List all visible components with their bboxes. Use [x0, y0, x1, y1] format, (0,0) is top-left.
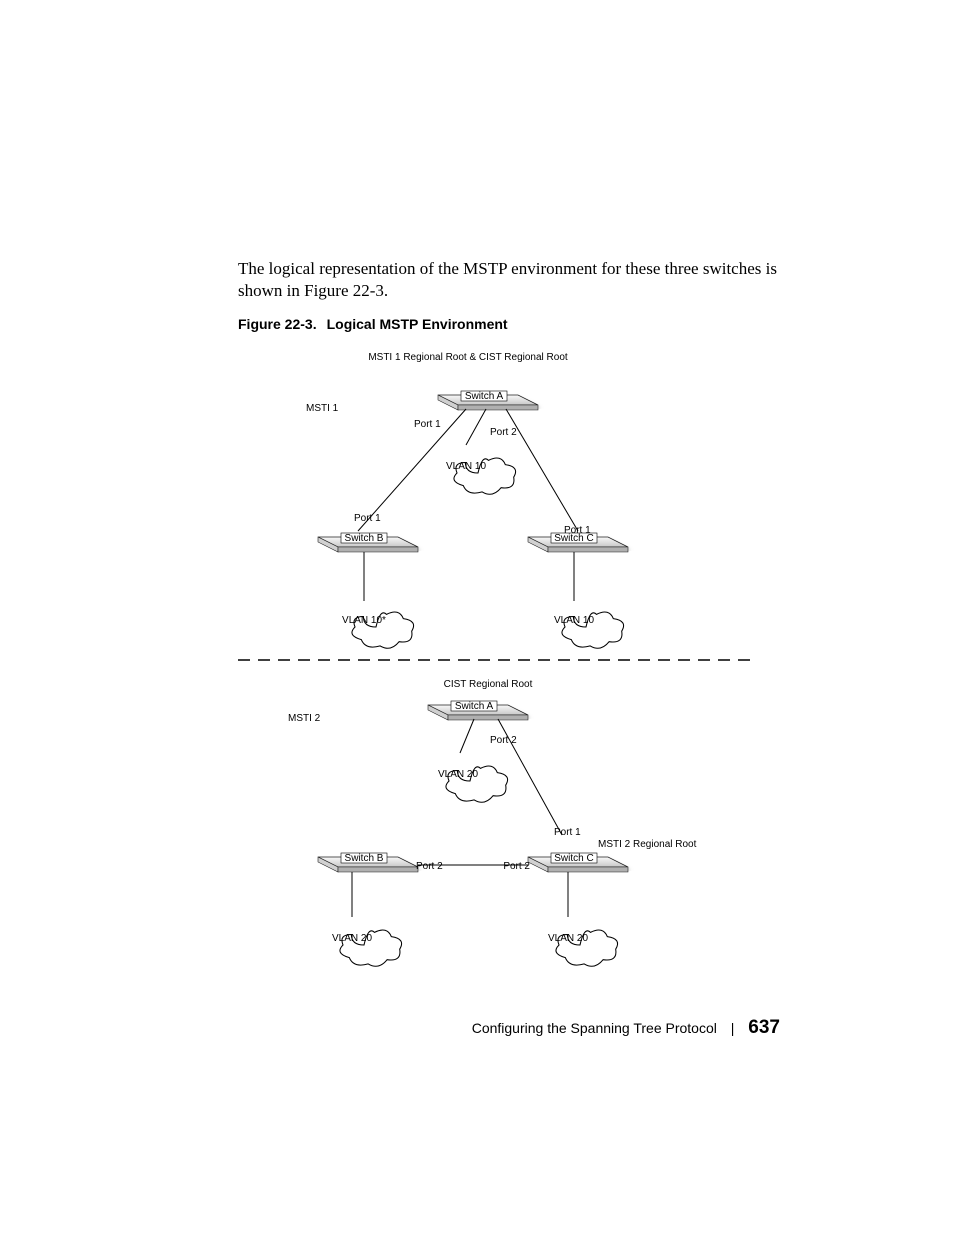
vlan10-cloud-a: VLAN 10: [446, 458, 516, 494]
figure-title: Logical MSTP Environment: [327, 316, 508, 332]
switch-b-label-2: Switch B: [345, 853, 384, 864]
switch-a-msti1: Switch A: [438, 391, 538, 410]
page-number: 637: [748, 1017, 780, 1038]
figure-diagram: MSTI 1 Regional Root & CIST Regional Roo…: [238, 345, 758, 985]
port1-a-left: Port 1: [414, 419, 441, 430]
vlan10star-label: VLAN 10*: [342, 615, 386, 626]
figure-caption: Figure 22-3. Logical MSTP Environment: [238, 316, 508, 332]
vlan20-cloud-b: VLAN 20: [332, 930, 402, 966]
footer-separator: |: [731, 1020, 735, 1036]
vlan20-a-label: VLAN 20: [438, 769, 478, 780]
port1-c-msti2: Port 1: [554, 827, 581, 838]
port2-c-msti2: Port 2: [503, 861, 530, 872]
vlan10-cloud-c: VLAN 10: [554, 612, 624, 648]
chapter-title: Configuring the Spanning Tree Protocol: [472, 1020, 717, 1036]
vlan10-c-label: VLAN 10: [554, 615, 594, 626]
msti1-label: MSTI 1: [306, 403, 339, 414]
body-paragraph: The logical representation of the MSTP e…: [238, 258, 778, 302]
switch-a-label-1: Switch A: [465, 391, 504, 402]
port1-b-top: Port 1: [354, 513, 381, 524]
port2-a-right: Port 2: [490, 427, 517, 438]
switch-c-msti2: Switch C: [528, 853, 628, 872]
switch-c-label-1: Switch C: [554, 533, 593, 544]
vlan10-a-label: VLAN 10: [446, 461, 486, 472]
cist-label: CIST Regional Root: [444, 679, 533, 690]
vlan20-cloud-a: VLAN 20: [438, 766, 508, 802]
switch-b-msti1: Switch B: [318, 533, 418, 552]
switch-c-msti1: Switch C: [528, 533, 628, 552]
port2-a-msti2: Port 2: [490, 735, 517, 746]
msti1-header: MSTI 1 Regional Root & CIST Regional Roo…: [368, 352, 568, 363]
switch-a-label-2: Switch A: [455, 701, 494, 712]
msti2-root-label: MSTI 2 Regional Root: [598, 839, 697, 850]
figure-number: Figure 22-3.: [238, 316, 317, 332]
switch-b-label-1: Switch B: [345, 533, 384, 544]
msti2-label: MSTI 2: [288, 713, 321, 724]
vlan20-cloud-c: VLAN 20: [548, 930, 618, 966]
vlan20-b-label: VLAN 20: [332, 933, 372, 944]
vlan10star-cloud-b: VLAN 10*: [342, 612, 414, 648]
switch-c-label-2: Switch C: [554, 853, 593, 864]
vlan20-c-label: VLAN 20: [548, 933, 588, 944]
switch-a-msti2: Switch A: [428, 701, 528, 720]
page-footer: Configuring the Spanning Tree Protocol |…: [0, 1017, 780, 1039]
port2-b-msti2: Port 2: [416, 861, 443, 872]
switch-b-msti2: Switch B: [318, 853, 418, 872]
